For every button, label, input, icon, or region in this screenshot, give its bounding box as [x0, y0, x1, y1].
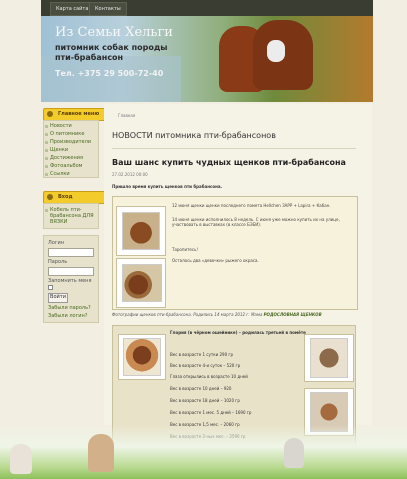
article-intro: Пришло время купить щенков пти брабансон… [112, 184, 223, 189]
remember-label: Запомнить меня [48, 278, 92, 284]
site-header: Из Семьи Хельги питомник собак породы пт… [41, 16, 373, 102]
article-paragraph: 12 июня щенки щенки последнего помета He… [172, 203, 331, 208]
header-dog-chest [267, 40, 285, 62]
login-button[interactable]: Войти [48, 293, 68, 303]
puppy-weight: Вес в возрасте 10 дней – 920 [170, 386, 232, 391]
sidebar-item-achievements[interactable]: Достижения [45, 155, 83, 161]
remember-checkbox[interactable] [48, 285, 53, 290]
decorative-dog [284, 438, 304, 468]
login-input[interactable] [48, 248, 94, 257]
puppy-photo[interactable] [310, 338, 348, 378]
password-input[interactable] [48, 267, 94, 276]
decorative-grass [0, 425, 407, 479]
breadcrumb[interactable]: Главная [118, 113, 135, 118]
sidebar-item-links[interactable]: Ссылки [45, 171, 70, 177]
article-paragraph: Осталось два «девочки» рыжего окраса. [172, 258, 259, 263]
top-navigation: Карта сайта Контакты [41, 0, 373, 16]
tab-contacts[interactable]: Контакты [89, 2, 127, 16]
puppy-photo[interactable] [122, 212, 160, 250]
tab-sitemap[interactable]: Карта сайта [50, 2, 95, 16]
divider [112, 148, 356, 149]
page-title: НОВОСТИ питомника пти-брабансонов [112, 131, 276, 140]
entry-icon [47, 194, 53, 200]
site-title: Из Семьи Хельги [55, 25, 173, 40]
sidebar-item-photo-album[interactable]: Фотоальбом [44, 163, 82, 169]
puppy-weight: Глаза открылись в возрасте 10 дней [170, 374, 248, 379]
article-date: 27.02.2012 00:00 [112, 172, 148, 177]
article-title[interactable]: Ваш шанс купить чудных щенков пти-брабан… [112, 158, 346, 167]
login-label: Логин [48, 240, 64, 246]
site-phone: Тел. +375 29 500-72-40 [55, 69, 164, 78]
entry-title: Вход [58, 194, 73, 200]
decorative-dog [88, 434, 114, 472]
article-paragraph: Торопитесь! [172, 247, 199, 252]
puppy-weight: Вес в возрасте 4-и суток – 520 гр [170, 363, 241, 368]
puppy-weight: Вес в возрасте 1 сутки 290 гр [170, 352, 234, 357]
main-menu-title: Главное меню [58, 111, 100, 117]
puppy-title: Глория (в чёрном ошейнике) – родилась тр… [170, 330, 306, 335]
menu-icon [47, 111, 53, 117]
puppy-photo[interactable] [122, 264, 162, 302]
forgot-password-link[interactable]: Забыли пароль? [48, 305, 91, 311]
sidebar-item-male-dog[interactable]: Кобель пти-брабансона ДЛЯ ВЯЗКИ [45, 207, 94, 225]
puppy-weight: Вес в возрасте 18 дней – 1020 гр [170, 398, 240, 403]
site-subtitle: питомник собак породы пти-брабансон [55, 43, 168, 62]
sidebar-item-news[interactable]: Новости [45, 123, 72, 129]
caption-text: Фотографии щенков пти-брабансона. Родили… [112, 312, 263, 317]
photo-caption: Фотографии щенков пти-брабансона. Родили… [112, 312, 322, 317]
article-paragraph: 14 июня щенки исполнилось 8 недель. С ию… [172, 217, 340, 227]
sidebar-item-producers[interactable]: Производители [44, 139, 91, 145]
password-label: Пароль [48, 259, 68, 265]
sidebar-item-puppies[interactable]: Щенки [44, 147, 68, 153]
decorative-dog [10, 444, 32, 474]
sidebar-item-about[interactable]: О питомнике [44, 131, 84, 137]
puppy-weight: Вес в возрасте 1 мес. 5 дней – 1690 гр [170, 410, 252, 415]
puppy-photo[interactable] [123, 338, 161, 376]
pedigree-link[interactable]: РОДОСЛОВНАЯ ЩЕНКОВ [264, 312, 322, 317]
forgot-login-link[interactable]: Забыли логин? [48, 313, 87, 319]
